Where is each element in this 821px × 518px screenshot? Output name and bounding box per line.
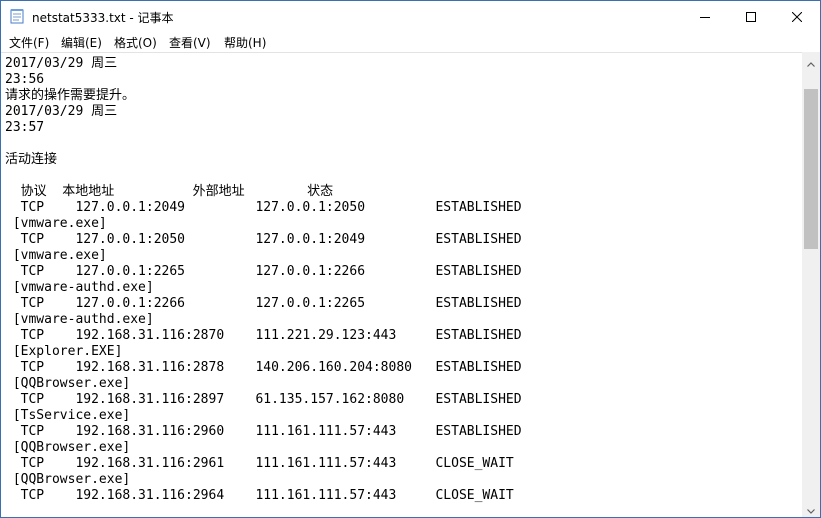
text-line	[5, 136, 522, 152]
text-line: [vmware.exe]	[5, 248, 107, 263]
title-bar[interactable]: netstat5333.txt - 记事本	[1, 1, 820, 32]
text-line: 请求的操作需要提升。	[5, 88, 136, 103]
text-line: 协议 本地地址 外部地址 状态	[5, 184, 334, 199]
notepad-window: netstat5333.txt - 记事本 文件(F) 编辑(E) 格式(O) …	[0, 0, 821, 518]
notepad-icon	[10, 8, 24, 24]
maximize-icon	[746, 7, 756, 26]
text-line: TCP 192.168.31.116:2964 111.161.111.57:4…	[5, 488, 514, 503]
minimize-icon	[700, 7, 710, 26]
menu-view[interactable]: 查看(V)	[169, 34, 211, 51]
scroll-up-button[interactable]	[802, 52, 820, 70]
window-title: netstat5333.txt - 记事本	[32, 11, 174, 25]
text-line: [TsService.exe]	[5, 408, 131, 423]
text-line: TCP 127.0.0.1:2050 127.0.0.1:2049 ESTABL…	[5, 232, 522, 247]
text-line: 23:57	[5, 120, 45, 135]
text-line: [QQBrowser.exe]	[5, 376, 131, 391]
text-line: TCP 192.168.31.116:2961 111.161.111.57:4…	[5, 456, 514, 471]
menu-format[interactable]: 格式(O)	[114, 34, 157, 51]
text-line: [QQBrowser.exe]	[5, 440, 131, 455]
menu-help[interactable]: 帮助(H)	[224, 34, 266, 51]
menu-file[interactable]: 文件(F)	[9, 34, 49, 51]
text-editor[interactable]: 2017/03/29 周三 23:56 请求的操作需要提升。 2017/03/29 周…	[1, 52, 802, 517]
text-line: TCP 192.168.31.116:2897 61.135.157.162:8…	[5, 392, 522, 407]
text-line: 活动连接	[5, 152, 58, 167]
close-icon	[791, 7, 803, 26]
text-line: 2017/03/29 周三	[5, 56, 118, 71]
vertical-scrollbar[interactable]	[802, 52, 820, 517]
text-line: [vmware-authd.exe]	[5, 280, 154, 295]
text-line	[5, 168, 522, 184]
text-line: TCP 127.0.0.1:2266 127.0.0.1:2265 ESTABL…	[5, 296, 522, 311]
menu-bar: 文件(F) 编辑(E) 格式(O) 查看(V) 帮助(H)	[1, 32, 820, 52]
maximize-button[interactable]	[728, 1, 774, 32]
scroll-thumb[interactable]	[804, 89, 818, 249]
close-button[interactable]	[774, 1, 820, 32]
text-line: 2017/03/29 周三	[5, 104, 118, 119]
text-line: [vmware-authd.exe]	[5, 312, 154, 327]
chevron-up-icon	[807, 52, 815, 71]
text-line: TCP 192.168.31.116:2878 140.206.160.204:…	[5, 360, 522, 375]
text-line: TCP 192.168.31.116:2960 111.161.111.57:4…	[5, 424, 522, 439]
text-line: [Explorer.EXE]	[5, 344, 123, 359]
minimize-button[interactable]	[682, 1, 728, 32]
text-line: TCP 127.0.0.1:2049 127.0.0.1:2050 ESTABL…	[5, 200, 522, 215]
text-line: TCP 127.0.0.1:2265 127.0.0.1:2266 ESTABL…	[5, 264, 522, 279]
text-line: [QQBrowser.exe]	[5, 472, 131, 487]
scroll-down-button[interactable]	[802, 499, 820, 517]
text-line: TCP 192.168.31.116:2870 111.221.29.123:4…	[5, 328, 522, 343]
text-line: [vmware.exe]	[5, 216, 107, 231]
document-text[interactable]: 2017/03/29 周三 23:56 请求的操作需要提升。 2017/03/29 周…	[5, 56, 522, 504]
menu-edit[interactable]: 编辑(E)	[61, 34, 102, 51]
chevron-down-icon	[807, 499, 815, 518]
text-line: 23:56	[5, 72, 45, 87]
